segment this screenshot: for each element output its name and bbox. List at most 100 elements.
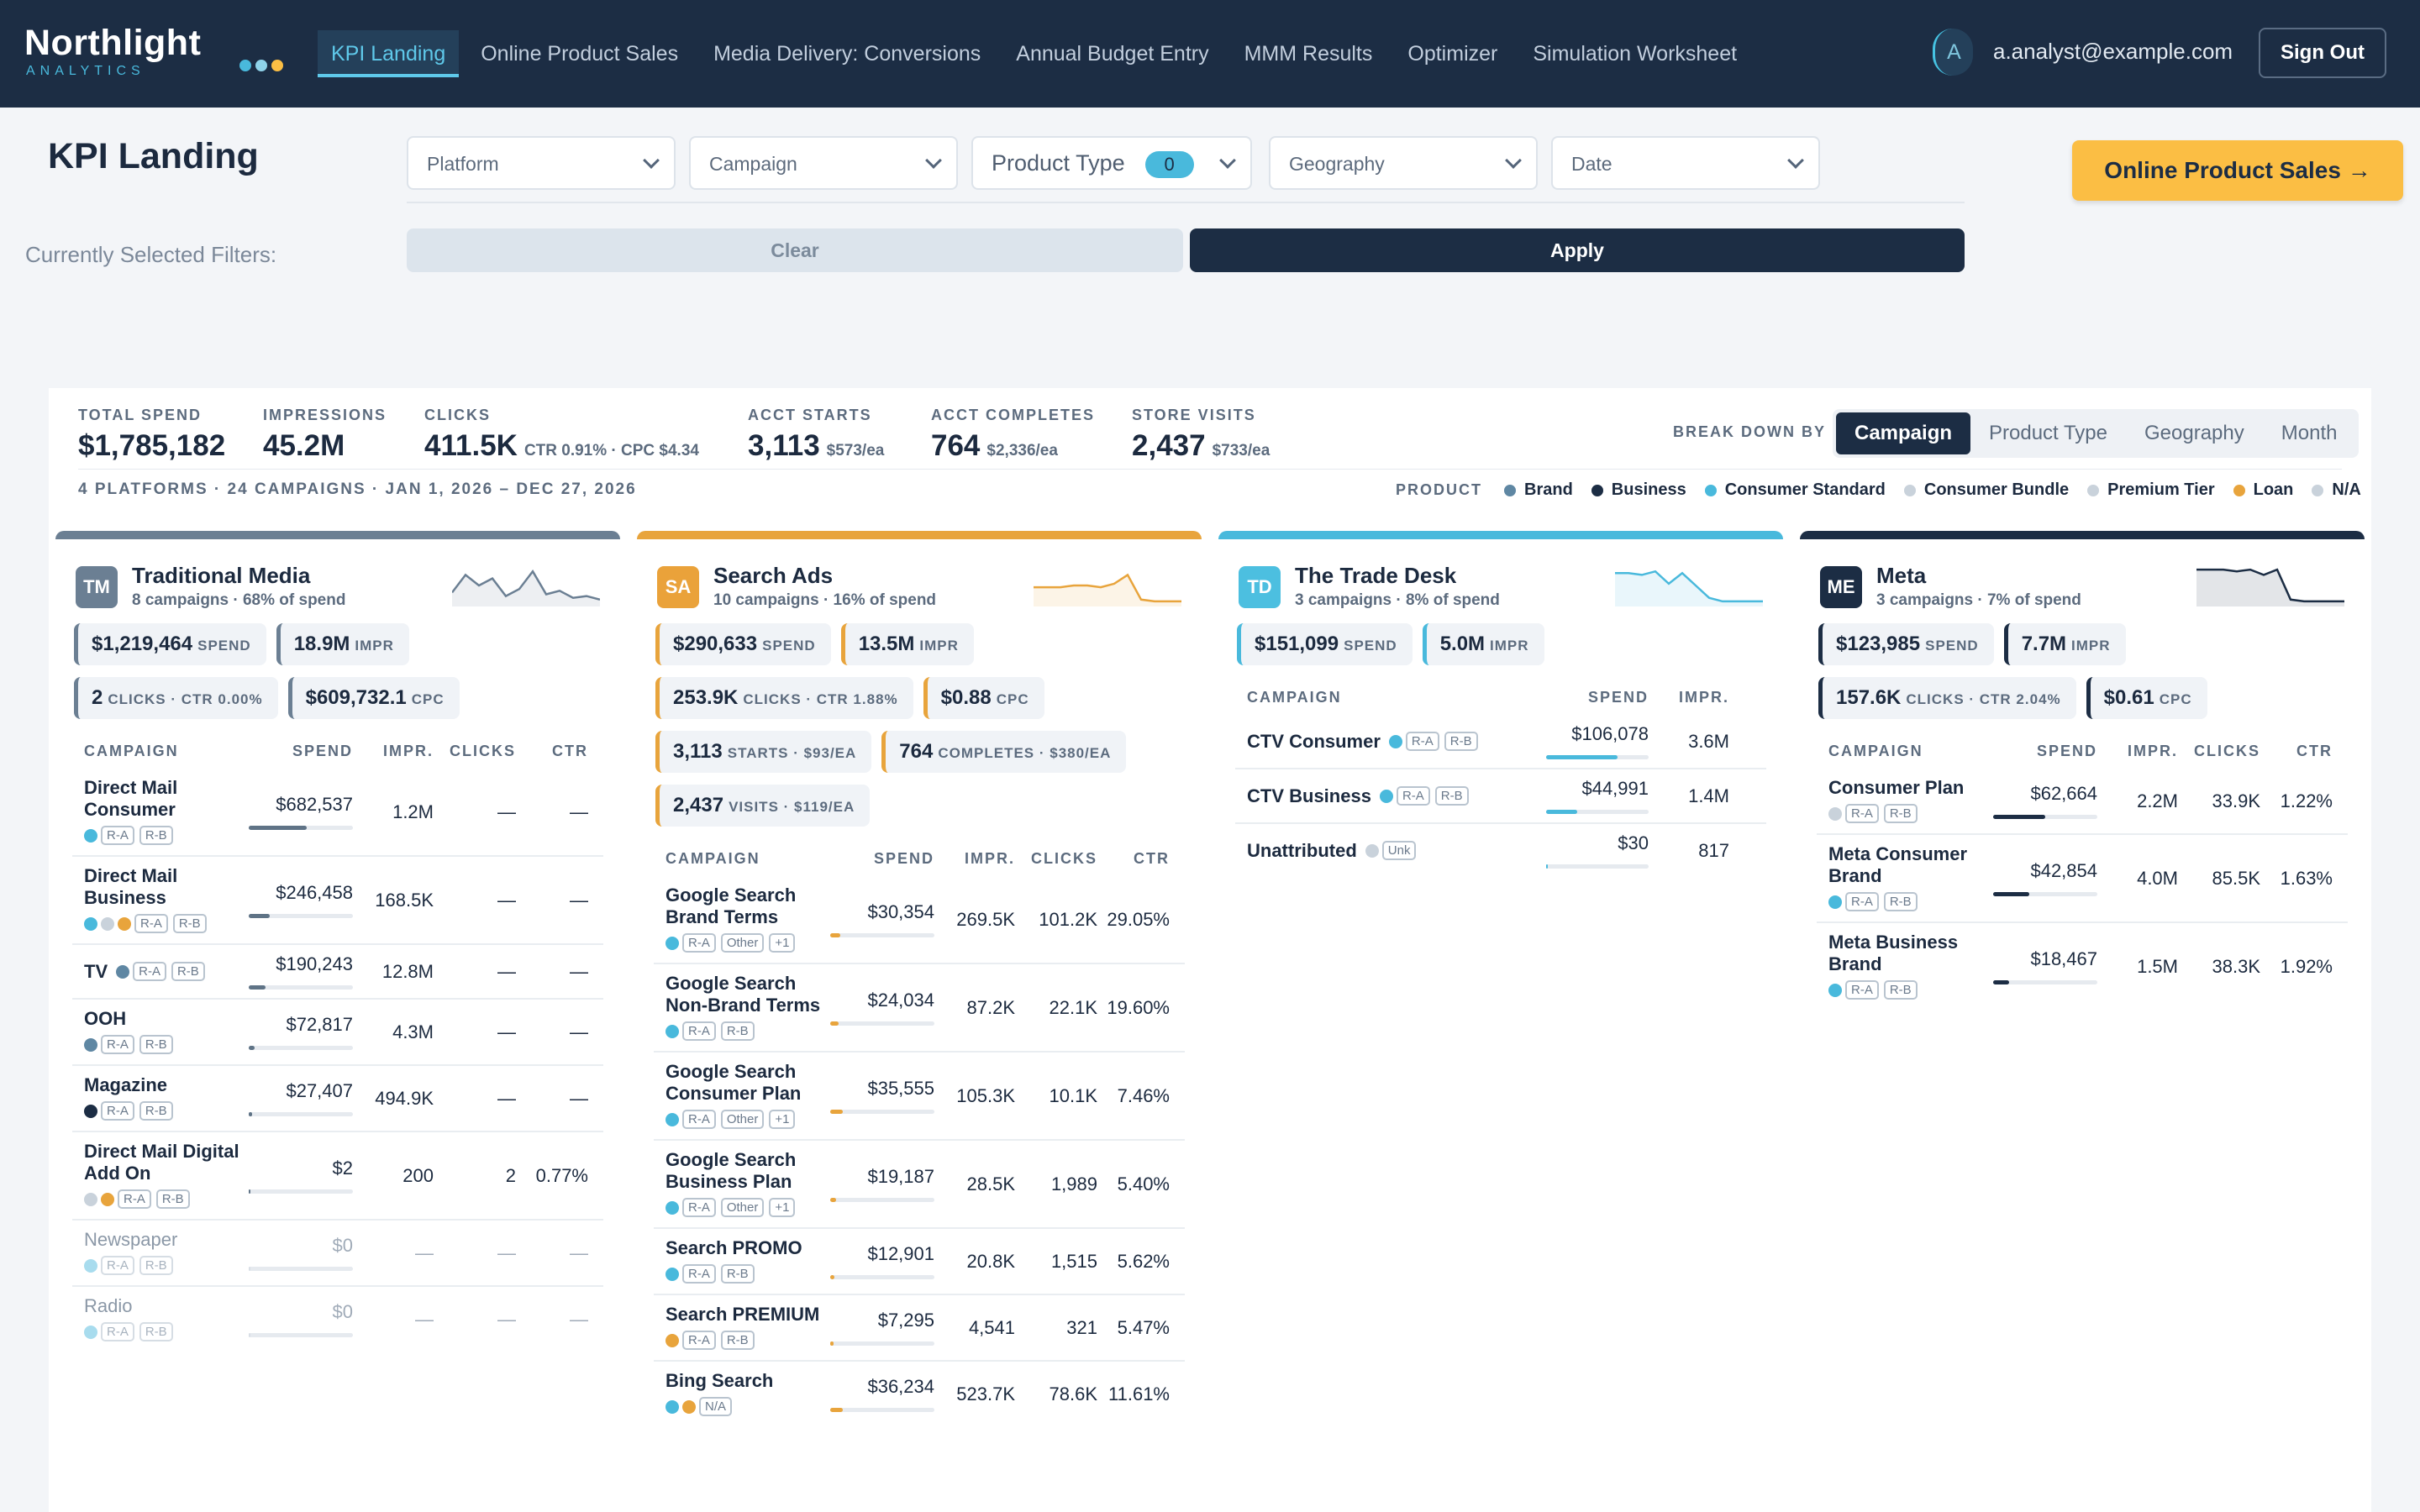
breakdown-option-month[interactable]: Month — [2263, 412, 2356, 454]
avatar[interactable]: A — [1933, 29, 1973, 76]
impressions-cell: 3.6M — [1688, 730, 1729, 752]
column-header-impr[interactable]: IMPR. — [934, 850, 1015, 868]
brand-name: Northlight — [24, 23, 202, 63]
spend-share-bar — [830, 1110, 934, 1114]
spend-value: $62,664 — [2030, 783, 2097, 804]
table-row[interactable]: Bing Search N/A $36,234 523.7K 78.6K 11.61% — [654, 1362, 1185, 1426]
brand-dots — [239, 60, 287, 76]
product-type-filter[interactable]: Product Type 0 — [971, 136, 1252, 190]
table-row[interactable]: Direct Mail Digital Add On R-A R-B $2 200 2 0.… — [72, 1132, 603, 1221]
platform-filter[interactable]: Platform — [407, 136, 676, 190]
breakdown-option-product-type[interactable]: Product Type — [1970, 412, 2126, 454]
table-row[interactable]: Google Search Consumer Plan R-A Other +1 $35… — [654, 1053, 1185, 1141]
sparkline-area — [452, 571, 600, 606]
campaign-table-header: CAMPAIGN SPEND IMPR. CLICKS CTR — [654, 838, 1185, 876]
campaign-cell: Google Search Business Plan R-A Other +1 — [666, 1149, 825, 1219]
product-type-count-badge: 0 — [1144, 150, 1194, 178]
table-row[interactable]: Magazine R-A R-B $27,407 494.9K — — — [72, 1066, 603, 1132]
legend-dot-icon — [1591, 484, 1603, 496]
ctr-cell: — — [570, 1087, 588, 1109]
spend-cell: $72,817 — [244, 1014, 353, 1050]
spend-cell: $30,354 — [825, 901, 934, 937]
region-tag: R-A — [133, 962, 166, 981]
region-tag: R-A — [101, 1256, 134, 1275]
breakdown-option-geography[interactable]: Geography — [2126, 412, 2263, 454]
column-header-campaign[interactable]: CAMPAIGN — [1828, 743, 1988, 760]
campaign-name-block: Search PREMIUM — [666, 1304, 825, 1326]
campaign-cell: Search PREMIUM R-A R-B — [666, 1304, 825, 1352]
geography-filter[interactable]: Geography — [1269, 136, 1538, 190]
impressions-cell: 4.3M — [392, 1021, 434, 1042]
table-row[interactable]: CTV Business R-A R-B $44,991 1.4M — [1235, 769, 1766, 824]
campaign-cell: Unattributed Unk — [1247, 839, 1541, 862]
product-tags: R-A Other +1 — [666, 1108, 825, 1131]
table-row[interactable]: Meta Business Brand R-A R-B $18,467 1.5M 38.3… — [1817, 923, 2348, 1010]
nav-tab-simulation-worksheet[interactable]: Simulation Worksheet — [1519, 30, 1750, 77]
table-row[interactable]: Google Search Business Plan R-A Other +1 $19… — [654, 1141, 1185, 1229]
campaign-name-block: OOH — [84, 1008, 244, 1030]
table-row[interactable]: Google Search Brand Terms R-A Other +1 $30,3… — [654, 876, 1185, 964]
campaign-filter[interactable]: Campaign — [689, 136, 958, 190]
brand-logo[interactable]: Northlight ANALYTICS — [24, 24, 201, 79]
table-row[interactable]: OOH R-A R-B $72,817 4.3M — — — [72, 1000, 603, 1066]
table-row[interactable]: CTV Consumer R-A R-B $106,078 3.6M — [1235, 715, 1766, 769]
ctr-cell: 1.92% — [2280, 955, 2333, 977]
nav-tab-media-delivery-conversions[interactable]: Media Delivery: Conversions — [700, 30, 994, 77]
breakdown-option-campaign[interactable]: Campaign — [1836, 412, 1971, 454]
product-tags: R-A Other +1 — [666, 932, 825, 954]
spend-value: $0 — [332, 1301, 353, 1322]
nav-tab-mmm-results[interactable]: MMM Results — [1231, 30, 1386, 77]
product-dot-icon — [1379, 789, 1393, 803]
apply-button[interactable]: Apply — [1190, 228, 1965, 272]
column-header-campaign[interactable]: CAMPAIGN — [1247, 689, 1541, 706]
column-header-campaign[interactable]: CAMPAIGN — [666, 850, 825, 868]
column-header-spend[interactable]: SPEND — [1988, 743, 2097, 760]
column-header-impr[interactable]: IMPR. — [353, 743, 434, 760]
nav-tab-kpi-landing[interactable]: KPI Landing — [318, 30, 460, 77]
spend-cell: $0 — [244, 1235, 353, 1271]
column-header-ctr[interactable]: CTR — [516, 743, 588, 760]
column-header-clicks[interactable]: CLICKS — [1015, 850, 1097, 868]
impressions-cell: 87.2K — [966, 996, 1016, 1018]
region-tag: R-A — [682, 1198, 716, 1217]
sign-out-button[interactable]: Sign Out — [2259, 28, 2386, 78]
nav-tab-annual-budget-entry[interactable]: Annual Budget Entry — [1002, 30, 1222, 77]
product-tags: R-A R-B — [1379, 785, 1474, 807]
table-row[interactable]: Radio R-A R-B $0 — — — — [72, 1287, 603, 1352]
date-filter[interactable]: Date — [1551, 136, 1820, 190]
clear-button[interactable]: Clear — [407, 228, 1183, 272]
column-header-campaign[interactable]: CAMPAIGN — [84, 743, 244, 760]
column-header-clicks[interactable]: CLICKS — [2178, 743, 2260, 760]
region-tag: R-B — [720, 1264, 755, 1284]
campaign-name: OOH — [84, 1008, 127, 1029]
column-header-impr[interactable]: IMPR. — [1649, 689, 1729, 706]
product-dot-icon — [1828, 983, 1842, 997]
table-row[interactable]: Unattributed Unk $30 817 — [1235, 824, 1766, 877]
spend-value: $12,901 — [867, 1243, 934, 1264]
nav-tab-online-product-sales[interactable]: Online Product Sales — [467, 30, 692, 77]
campaign-name-block: Direct Mail Consumer — [84, 777, 244, 821]
column-header-spend[interactable]: SPEND — [1541, 689, 1649, 706]
platform-name: Traditional Media — [132, 563, 311, 588]
table-row[interactable]: Newspaper R-A R-B $0 — — — — [72, 1221, 603, 1287]
nav-tab-optimizer[interactable]: Optimizer — [1394, 30, 1511, 77]
column-header-spend[interactable]: SPEND — [825, 850, 934, 868]
table-row[interactable]: Search PREMIUM R-A R-B $7,295 4,541 321 5.47% — [654, 1295, 1185, 1362]
table-row[interactable]: Direct Mail Consumer R-A R-B $682,537 1.2M — — — [72, 769, 603, 857]
table-row[interactable]: Consumer Plan R-A R-B $62,664 2.2M 33.9K 1.22% — [1817, 769, 2348, 835]
column-header-clicks[interactable]: CLICKS — [434, 743, 516, 760]
column-header-ctr[interactable]: CTR — [2260, 743, 2333, 760]
platform-name: Search Ads — [713, 563, 834, 588]
online-product-sales-button[interactable]: Online Product Sales → — [2072, 140, 2403, 201]
spend-value: $35,555 — [867, 1078, 934, 1099]
table-row[interactable]: Direct Mail Business R-A R-B $246,458 168.5K… — [72, 857, 603, 945]
campaign-table: CAMPAIGN SPEND IMPR. CLICKS CTR Google Search… — [654, 838, 1185, 1426]
column-header-impr[interactable]: IMPR. — [2097, 743, 2178, 760]
table-row[interactable]: Search PROMO R-A R-B $12,901 20.8K 1,515 5.62% — [654, 1229, 1185, 1295]
legend-item: Brand — [1504, 480, 1573, 500]
column-header-ctr[interactable]: CTR — [1097, 850, 1170, 868]
column-header-spend[interactable]: SPEND — [244, 743, 353, 760]
table-row[interactable]: Google Search Non-Brand Terms R-A R-B $24,0… — [654, 964, 1185, 1053]
table-row[interactable]: TV R-A R-B $190,243 12.8M — — — [72, 945, 603, 1000]
table-row[interactable]: Meta Consumer Brand R-A R-B $42,854 4.0M 85.5… — [1817, 835, 2348, 923]
